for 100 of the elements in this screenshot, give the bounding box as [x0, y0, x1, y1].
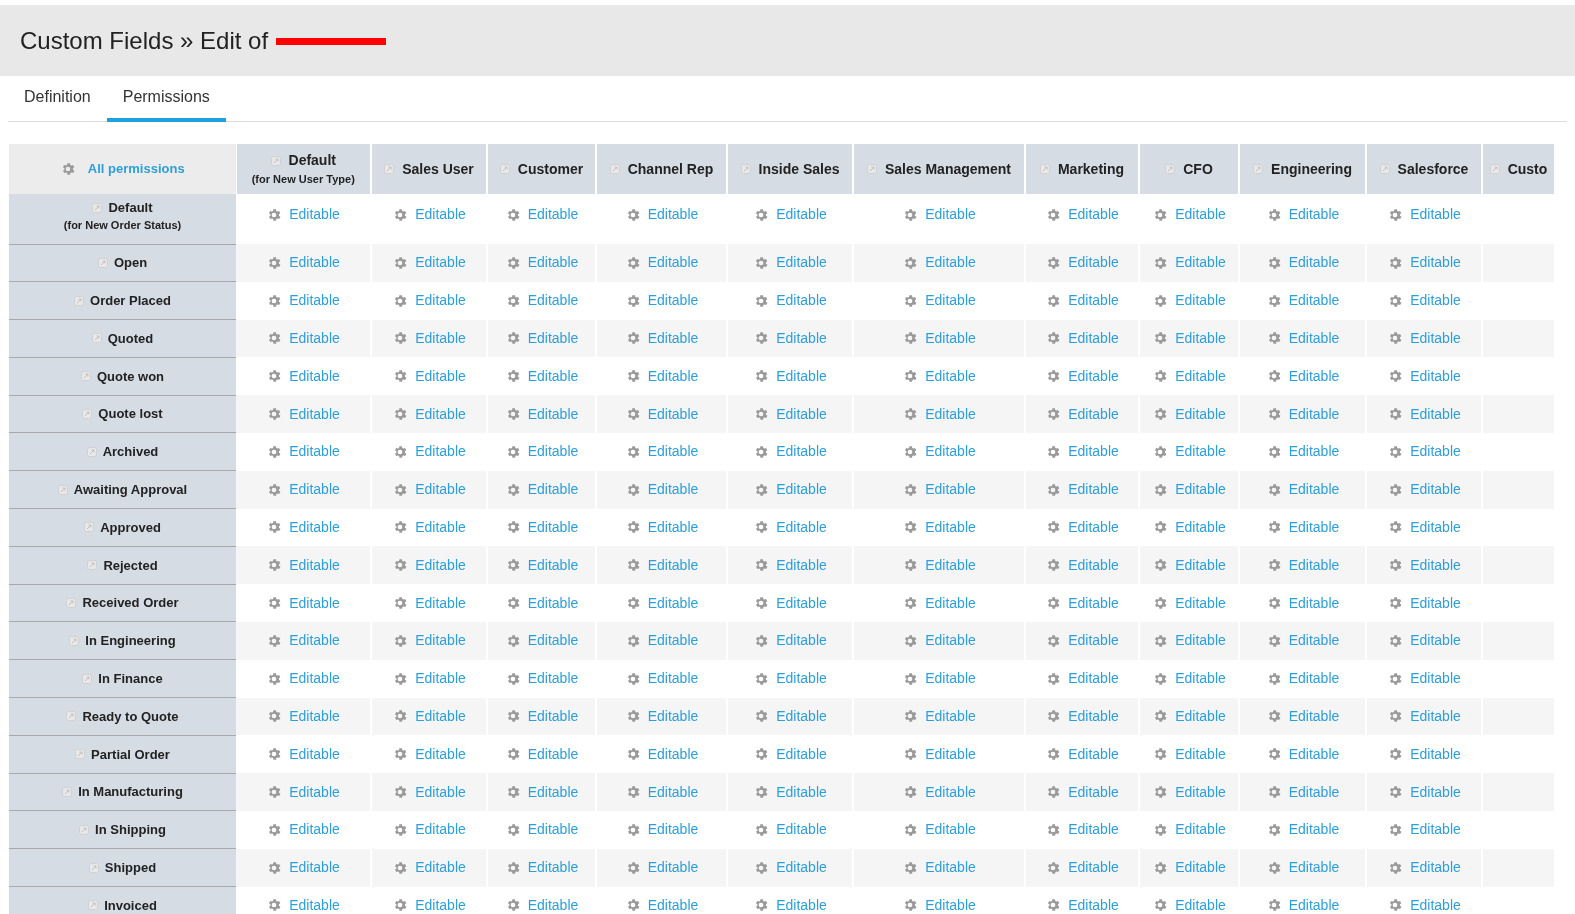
editable-link[interactable]: Editable: [415, 252, 466, 274]
editable-link[interactable]: Editable: [1410, 743, 1461, 765]
editable-link[interactable]: Editable: [1175, 894, 1226, 914]
editable-link[interactable]: Editable: [647, 516, 699, 538]
editable-link[interactable]: Editable: [1288, 743, 1340, 765]
editable-link[interactable]: Editable: [776, 819, 827, 841]
editable-link[interactable]: Editable: [1175, 516, 1226, 538]
editable-link[interactable]: Editable: [1410, 441, 1461, 463]
editable-link[interactable]: Editable: [925, 204, 976, 225]
editable-link[interactable]: Editable: [289, 743, 340, 765]
editable-link[interactable]: Editable: [1288, 894, 1340, 914]
editable-link[interactable]: Editable: [415, 857, 466, 879]
editable-link[interactable]: Editable: [415, 479, 466, 501]
editable-link[interactable]: Editable: [289, 705, 340, 727]
editable-link[interactable]: Editable: [647, 441, 699, 463]
editable-link[interactable]: Editable: [1068, 252, 1119, 274]
editable-link[interactable]: Editable: [1410, 252, 1461, 274]
editable-link[interactable]: Editable: [289, 441, 340, 463]
editable-link[interactable]: Editable: [647, 743, 699, 765]
editable-link[interactable]: Editable: [1175, 857, 1226, 879]
editable-link[interactable]: Editable: [1068, 894, 1119, 914]
editable-link[interactable]: Editable: [1068, 204, 1119, 225]
editable-link[interactable]: Editable: [776, 857, 827, 879]
editable-link[interactable]: Editable: [527, 743, 579, 765]
editable-link[interactable]: Editable: [415, 290, 466, 312]
editable-link[interactable]: Editable: [1288, 204, 1340, 225]
editable-link[interactable]: Editable: [925, 668, 976, 690]
editable-link[interactable]: Editable: [1288, 705, 1340, 727]
editable-link[interactable]: Editable: [776, 403, 827, 425]
editable-link[interactable]: Editable: [289, 290, 340, 312]
editable-link[interactable]: Editable: [776, 592, 827, 614]
editable-link[interactable]: Editable: [527, 365, 579, 387]
editable-link[interactable]: Editable: [289, 403, 340, 425]
editable-link[interactable]: Editable: [776, 894, 827, 914]
editable-link[interactable]: Editable: [527, 894, 579, 914]
editable-link[interactable]: Editable: [776, 441, 827, 463]
editable-link[interactable]: Editable: [1068, 668, 1119, 690]
editable-link[interactable]: Editable: [1410, 592, 1461, 614]
editable-link[interactable]: Editable: [1288, 290, 1340, 312]
editable-link[interactable]: Editable: [925, 403, 976, 425]
editable-link[interactable]: Editable: [415, 894, 466, 914]
editable-link[interactable]: Editable: [289, 252, 340, 274]
editable-link[interactable]: Editable: [527, 204, 579, 225]
editable-link[interactable]: Editable: [415, 781, 466, 803]
editable-link[interactable]: Editable: [527, 668, 579, 690]
editable-link[interactable]: Editable: [527, 705, 579, 727]
editable-link[interactable]: Editable: [1175, 441, 1226, 463]
editable-link[interactable]: Editable: [415, 554, 466, 576]
editable-link[interactable]: Editable: [1175, 252, 1226, 274]
editable-link[interactable]: Editable: [776, 365, 827, 387]
editable-link[interactable]: Editable: [1288, 630, 1340, 652]
editable-link[interactable]: Editable: [1410, 403, 1461, 425]
editable-link[interactable]: Editable: [415, 403, 466, 425]
editable-link[interactable]: Editable: [647, 819, 699, 841]
editable-link[interactable]: Editable: [647, 479, 699, 501]
editable-link[interactable]: Editable: [1288, 781, 1340, 803]
editable-link[interactable]: Editable: [289, 554, 340, 576]
editable-link[interactable]: Editable: [1068, 441, 1119, 463]
editable-link[interactable]: Editable: [647, 328, 699, 349]
editable-link[interactable]: Editable: [925, 516, 976, 538]
editable-link[interactable]: Editable: [527, 781, 579, 803]
editable-link[interactable]: Editable: [925, 743, 976, 765]
editable-link[interactable]: Editable: [1288, 819, 1340, 841]
editable-link[interactable]: Editable: [776, 204, 827, 225]
editable-link[interactable]: Editable: [1288, 252, 1340, 274]
editable-link[interactable]: Editable: [1175, 290, 1226, 312]
editable-link[interactable]: Editable: [1288, 857, 1340, 879]
editable-link[interactable]: Editable: [415, 592, 466, 614]
editable-link[interactable]: Editable: [289, 592, 340, 614]
editable-link[interactable]: Editable: [415, 668, 466, 690]
editable-link[interactable]: Editable: [647, 630, 699, 652]
editable-link[interactable]: Editable: [1175, 819, 1226, 841]
editable-link[interactable]: Editable: [1175, 554, 1226, 576]
editable-link[interactable]: Editable: [289, 857, 340, 879]
editable-link[interactable]: Editable: [1175, 705, 1226, 727]
editable-link[interactable]: Editable: [1288, 554, 1340, 576]
editable-link[interactable]: Editable: [1068, 365, 1119, 387]
editable-link[interactable]: Editable: [925, 554, 976, 576]
editable-link[interactable]: Editable: [1175, 743, 1226, 765]
editable-link[interactable]: Editable: [1410, 819, 1461, 841]
editable-link[interactable]: Editable: [415, 365, 466, 387]
editable-link[interactable]: Editable: [527, 630, 579, 652]
editable-link[interactable]: Editable: [527, 328, 579, 349]
editable-link[interactable]: Editable: [647, 290, 699, 312]
editable-link[interactable]: Editable: [1410, 516, 1461, 538]
editable-link[interactable]: Editable: [925, 781, 976, 803]
editable-link[interactable]: Editable: [647, 857, 699, 879]
editable-link[interactable]: Editable: [647, 252, 699, 274]
editable-link[interactable]: Editable: [647, 365, 699, 387]
editable-link[interactable]: Editable: [1068, 403, 1119, 425]
editable-link[interactable]: Editable: [647, 204, 699, 225]
editable-link[interactable]: Editable: [1410, 705, 1461, 727]
editable-link[interactable]: Editable: [1068, 781, 1119, 803]
editable-link[interactable]: Editable: [776, 252, 827, 274]
editable-link[interactable]: Editable: [925, 328, 976, 349]
editable-link[interactable]: Editable: [1175, 781, 1226, 803]
editable-link[interactable]: Editable: [925, 290, 976, 312]
editable-link[interactable]: Editable: [776, 743, 827, 765]
editable-link[interactable]: Editable: [776, 781, 827, 803]
editable-link[interactable]: Editable: [527, 290, 579, 312]
